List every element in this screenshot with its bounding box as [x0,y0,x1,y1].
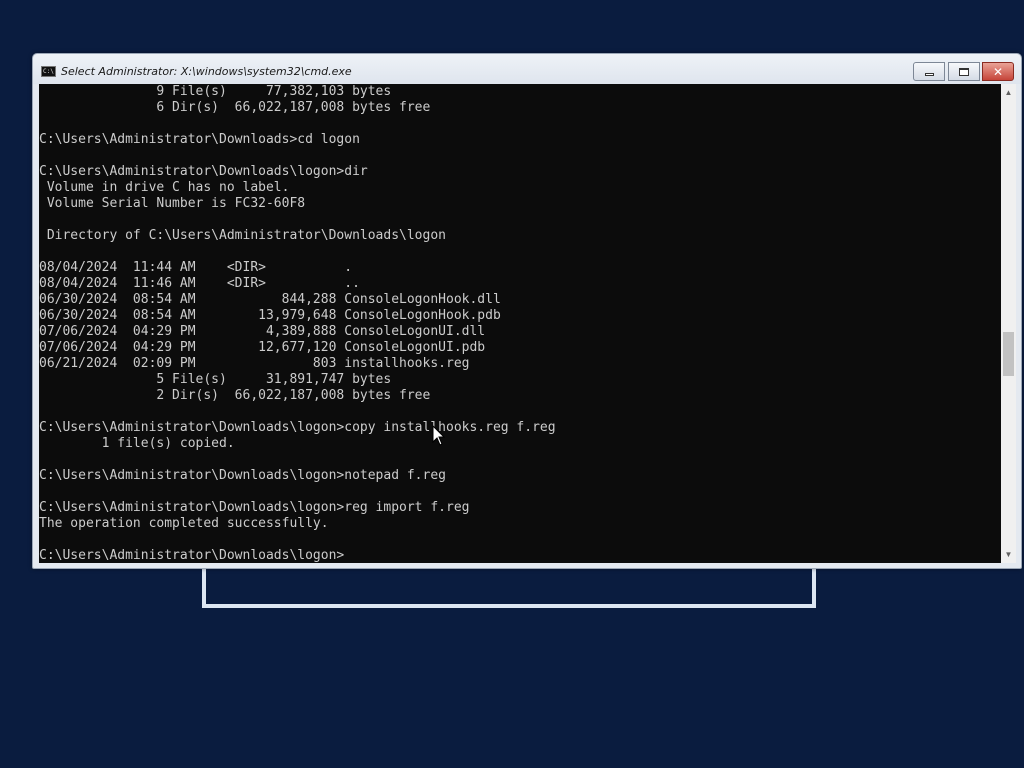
scroll-down-arrow-icon[interactable]: ▼ [1001,546,1016,563]
title-bar[interactable]: C:\ Select Administrator: X:\windows\sys… [33,54,1021,84]
console-line: 6 Dir(s) 66,022,187,008 bytes free [39,100,431,115]
console-line: 1 file(s) copied. [39,436,235,451]
minimize-button[interactable] [913,62,945,81]
console-line: 5 File(s) 31,891,747 bytes [39,372,392,387]
maximize-button[interactable] [948,62,980,81]
console-line: Volume in drive C has no label. [39,180,290,195]
console-line: C:\Users\Administrator\Downloads\logon> [39,548,345,563]
console-line: 07/06/2024 04:29 PM 12,677,120 ConsoleLo… [39,340,486,355]
console-line: The operation completed successfully. [39,516,329,531]
close-icon: ✕ [992,64,1004,79]
console-line: 08/04/2024 11:46 AM <DIR> .. [39,276,360,291]
cmd-icon[interactable]: C:\ [41,66,56,77]
scrollbar-thumb[interactable] [1003,332,1014,376]
vertical-scrollbar[interactable]: ▲ ▼ [1001,84,1016,563]
console-line: Volume Serial Number is FC32-60F8 [39,196,306,211]
console-line: 9 File(s) 77,382,103 bytes [39,84,392,99]
minimize-icon [924,72,934,76]
console-line: C:\Users\Administrator\Downloads\logon>n… [39,468,446,483]
console-line: C:\Users\Administrator\Downloads>cd logo… [39,132,360,147]
scroll-up-arrow-icon[interactable]: ▲ [1001,84,1016,101]
console-line: 06/30/2024 08:54 AM 844,288 ConsoleLogon… [39,292,501,307]
console-line: Directory of C:\Users\Administrator\Down… [39,228,446,243]
console-line: 06/30/2024 08:54 AM 13,979,648 ConsoleLo… [39,308,501,323]
console-output[interactable]: 9 File(s) 77,382,103 bytes 6 Dir(s) 66,0… [39,84,1001,563]
console-line: 08/04/2024 11:44 AM <DIR> . [39,260,353,275]
close-button[interactable]: ✕ [982,62,1014,81]
console-line: C:\Users\Administrator\Downloads\logon>d… [39,164,368,179]
console-line: C:\Users\Administrator\Downloads\logon>r… [39,500,470,515]
console-line: 06/21/2024 02:09 PM 803 installhooks.reg [39,356,470,371]
cmd-window[interactable]: C:\ Select Administrator: X:\windows\sys… [32,53,1022,569]
console-line: C:\Users\Administrator\Downloads\logon>c… [39,420,556,435]
window-title: Select Administrator: X:\windows\system3… [61,65,352,78]
console-line: 07/06/2024 04:29 PM 4,389,888 ConsoleLog… [39,324,486,339]
console-lines: 9 File(s) 77,382,103 bytes 6 Dir(s) 66,0… [39,84,1001,563]
mouse-pointer-icon [432,425,446,446]
console-line: 2 Dir(s) 66,022,187,008 bytes free [39,388,431,403]
maximize-icon [959,67,969,76]
